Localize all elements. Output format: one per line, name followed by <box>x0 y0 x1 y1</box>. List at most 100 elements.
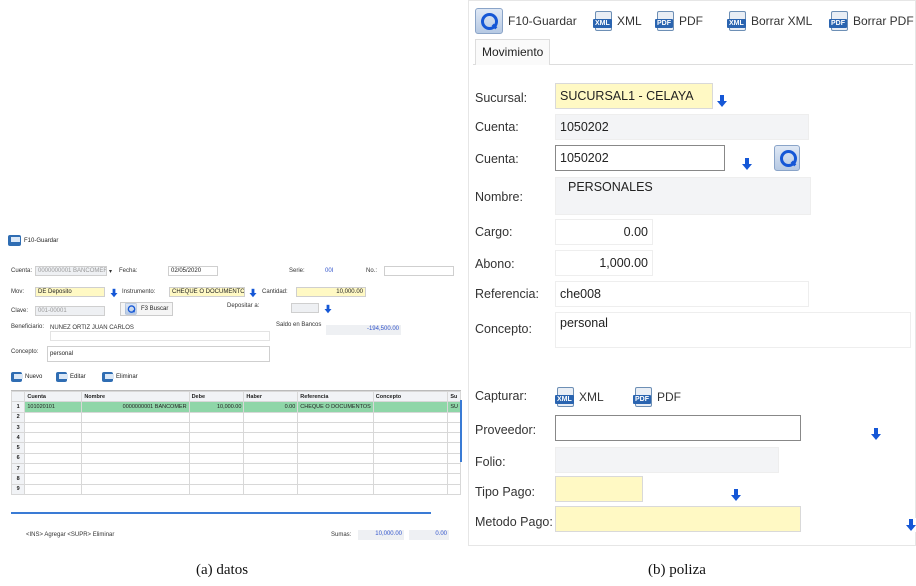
table-row[interactable]: 1 101020101 0000000001 BANCOMER 10,000.00 0.… <box>10 401 461 413</box>
table-cell[interactable] <box>372 421 449 434</box>
cuenta-dropdown-icon[interactable]: ▾ <box>109 268 112 275</box>
table-cell[interactable] <box>447 432 461 444</box>
table-cell[interactable] <box>24 432 83 444</box>
nuevo-button[interactable]: Nuevo <box>11 372 42 382</box>
table-cell[interactable] <box>81 421 190 434</box>
table-cell[interactable] <box>243 463 299 475</box>
concepto-field[interactable]: personal <box>555 312 911 348</box>
table-cell[interactable] <box>243 442 299 454</box>
editar-button[interactable]: Editar <box>56 372 86 382</box>
table-cell[interactable] <box>372 463 449 475</box>
table-cell[interactable]: SU <box>447 401 461 413</box>
table-cell[interactable] <box>372 401 449 413</box>
sucursal-arrow-icon[interactable] <box>715 94 729 108</box>
row-number[interactable]: 2 <box>10 411 26 423</box>
xml-button[interactable]: XML XML <box>593 7 642 35</box>
beneficiario-field[interactable] <box>50 331 270 341</box>
table-cell[interactable] <box>188 463 245 475</box>
row-number[interactable]: 3 <box>10 421 26 434</box>
col-su[interactable]: Su <box>447 390 461 403</box>
table-cell[interactable] <box>372 432 449 444</box>
table-cell[interactable] <box>188 411 245 423</box>
col-haber[interactable]: Haber <box>243 390 299 403</box>
table-cell[interactable]: 101020101 <box>24 401 83 413</box>
table-cell[interactable] <box>297 442 374 454</box>
table-row[interactable]: 9 <box>10 483 461 495</box>
table-row[interactable]: 6 <box>10 452 461 465</box>
table-row[interactable]: 3 <box>10 421 461 434</box>
tab-movimiento[interactable]: Movimiento <box>475 39 551 65</box>
proveedor-arrow-icon[interactable] <box>869 427 884 441</box>
table-cell[interactable] <box>81 411 190 423</box>
poliza-save-button[interactable]: F10-Guardar <box>475 7 577 35</box>
pdf-button[interactable]: PDF PDF <box>655 7 703 35</box>
table-cell[interactable] <box>243 452 299 465</box>
table-cell[interactable] <box>188 452 245 465</box>
mov-field[interactable]: DE Deposito <box>35 287 105 297</box>
table-cell[interactable] <box>24 411 83 423</box>
col-debe[interactable]: Debe <box>188 390 245 403</box>
table-cell[interactable]: 10,000.00 <box>188 401 245 413</box>
table-cell[interactable] <box>81 452 190 465</box>
capturar-xml-button[interactable]: XML XML <box>555 383 604 411</box>
table-cell[interactable]: 0000000001 BANCOMER <box>81 401 190 413</box>
mov-arrow-icon[interactable] <box>109 288 119 298</box>
table-cell[interactable] <box>243 411 299 423</box>
table-cell[interactable] <box>81 483 190 495</box>
borrar-xml-button[interactable]: XML Borrar XML <box>727 7 812 35</box>
table-cell[interactable] <box>372 411 449 423</box>
buscar-button[interactable]: F3 Buscar <box>120 302 174 316</box>
cuenta2-arrow-icon[interactable] <box>740 157 755 171</box>
table-row[interactable]: 4 <box>10 432 461 444</box>
table-cell[interactable] <box>297 463 374 475</box>
row-number[interactable]: 8 <box>10 473 26 485</box>
row-number[interactable]: 7 <box>10 463 26 475</box>
table-cell[interactable] <box>24 421 83 434</box>
instrumento-field[interactable]: CHEQUE O DOCUMENTOS <box>169 287 245 297</box>
table-cell[interactable] <box>447 442 461 454</box>
table-row[interactable]: 5 <box>10 442 461 454</box>
table-cell[interactable] <box>188 483 245 495</box>
table-row[interactable]: 8 <box>10 473 461 485</box>
table-cell[interactable] <box>297 483 374 495</box>
table-cell[interactable] <box>81 463 190 475</box>
table-cell[interactable] <box>243 421 299 434</box>
table-cell[interactable] <box>297 452 374 465</box>
no-field[interactable] <box>384 266 454 276</box>
table-cell[interactable] <box>188 442 245 454</box>
col-cuenta[interactable]: Cuenta <box>24 390 83 403</box>
cantidad-field[interactable]: 10,000.00 <box>296 287 366 297</box>
table-cell[interactable] <box>447 452 461 465</box>
table-cell[interactable] <box>447 473 461 485</box>
table-row[interactable]: 7 <box>10 463 461 475</box>
table-cell[interactable] <box>297 421 374 434</box>
table-cell[interactable] <box>24 442 83 454</box>
tipo-pago-field[interactable] <box>555 476 643 502</box>
row-number[interactable]: 1 <box>10 401 26 413</box>
row-number[interactable]: 9 <box>10 483 26 495</box>
table-cell[interactable]: 0.00 <box>243 401 299 413</box>
tipo-pago-arrow-icon[interactable] <box>728 488 743 502</box>
table-cell[interactable] <box>372 452 449 465</box>
proveedor-field[interactable] <box>555 415 801 441</box>
table-cell[interactable] <box>297 432 374 444</box>
table-cell[interactable] <box>447 421 461 434</box>
table-cell[interactable] <box>447 463 461 475</box>
grid-scrollbar[interactable] <box>11 512 431 514</box>
sucursal-field[interactable]: SUCURSAL1 - CELAYA <box>555 83 713 109</box>
table-cell[interactable] <box>24 483 83 495</box>
grid-vscrollbar[interactable] <box>460 400 462 462</box>
col-referencia[interactable]: Referencia <box>297 390 374 403</box>
table-cell[interactable] <box>372 473 449 485</box>
fecha-field[interactable]: 02/05/2020 <box>168 266 218 276</box>
table-cell[interactable] <box>81 442 190 454</box>
referencia-field[interactable]: che008 <box>555 281 809 307</box>
table-cell[interactable] <box>243 473 299 485</box>
table-cell[interactable] <box>243 432 299 444</box>
table-cell[interactable] <box>447 483 461 495</box>
table-cell[interactable] <box>188 432 245 444</box>
col-concepto[interactable]: Concepto <box>372 390 449 403</box>
table-cell[interactable] <box>372 483 449 495</box>
depositar-field[interactable] <box>291 303 319 313</box>
concepto-field[interactable]: personal <box>47 346 270 362</box>
